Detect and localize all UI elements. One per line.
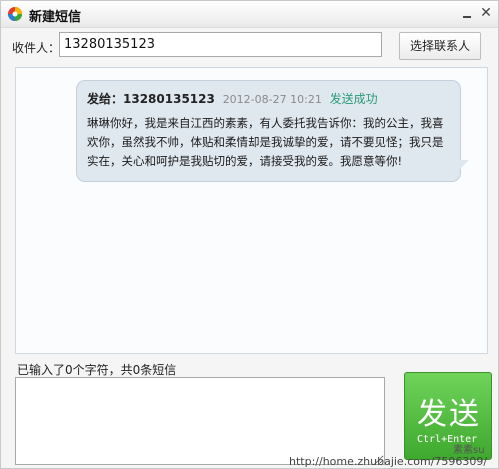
message-recipient: 发给：13280135123 [87, 92, 215, 106]
title-bar: 新建短信 ✕ [1, 1, 498, 28]
conversation-area: 发给：13280135123 2012-08-27 10:21 发送成功 琳琳你… [15, 67, 488, 354]
minimize-button[interactable] [459, 5, 475, 21]
bubble-tail [459, 160, 469, 170]
close-button[interactable]: ✕ [478, 5, 494, 21]
recipient-label: 收件人： [12, 41, 61, 55]
message-timestamp: 2012-08-27 10:21 [222, 93, 322, 106]
message-header: 发给：13280135123 2012-08-27 10:21 发送成功 [87, 90, 378, 107]
app-logo-icon [8, 7, 22, 21]
message-status: 发送成功 [329, 92, 378, 106]
new-sms-window: 新建短信 ✕ 收件人： 选择联系人 发给：13280135123 2012-08… [0, 0, 499, 469]
message-bubble: 发给：13280135123 2012-08-27 10:21 发送成功 琳琳你… [76, 80, 461, 182]
select-contact-button[interactable]: 选择联系人 [399, 32, 481, 60]
send-button-label: 发送 [417, 397, 481, 432]
message-body: 琳琳你好，我是来自江西的素素，有人委托我告诉你：我的公主，我喜欢你，虽然我不帅，… [87, 116, 444, 168]
recipient-input[interactable] [59, 32, 382, 57]
watermark-url: http://home.zhubajie.com/7596309/ [289, 455, 488, 468]
watermark-author: 素素su [453, 445, 485, 456]
window-title: 新建短信 [29, 10, 82, 25]
character-counter: 已输入了0个字符，共0条短信 [17, 363, 177, 377]
message-compose-field[interactable] [15, 377, 385, 465]
